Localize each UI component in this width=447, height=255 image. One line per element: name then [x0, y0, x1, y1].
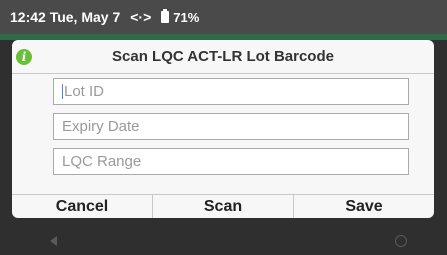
save-button[interactable]: Save [293, 195, 434, 218]
cancel-button[interactable]: Cancel [12, 195, 152, 218]
expiry-date-placeholder: Expiry Date [62, 118, 140, 135]
dialog-button-row: Cancel Scan Save [12, 194, 434, 218]
data-sync-icon: <·> [130, 9, 152, 25]
battery-indicator: 71% [161, 9, 200, 25]
home-icon[interactable] [395, 234, 407, 247]
lqc-range-field[interactable]: LQC Range [53, 148, 409, 175]
status-bar: 12:42 Tue, May 7 <·> 71% [0, 0, 447, 34]
status-time-date: 12:42 Tue, May 7 [10, 9, 121, 25]
text-cursor [62, 84, 63, 99]
back-icon[interactable] [50, 235, 57, 246]
battery-icon [161, 9, 170, 23]
lot-id-field[interactable]: Lot ID [53, 78, 409, 105]
battery-level: 71% [173, 9, 200, 25]
lot-id-placeholder: Lot ID [64, 83, 105, 100]
lqc-range-placeholder: LQC Range [62, 153, 142, 170]
scan-lot-dialog: i Scan LQC ACT-LR Lot Barcode Lot ID Exp… [12, 40, 434, 218]
expiry-date-field[interactable]: Expiry Date [53, 113, 409, 140]
scan-button[interactable]: Scan [152, 195, 293, 218]
dialog-header: i Scan LQC ACT-LR Lot Barcode [12, 40, 434, 74]
system-nav-bar [0, 226, 447, 255]
info-icon: i [16, 49, 32, 65]
dialog-title: Scan LQC ACT-LR Lot Barcode [112, 48, 334, 65]
